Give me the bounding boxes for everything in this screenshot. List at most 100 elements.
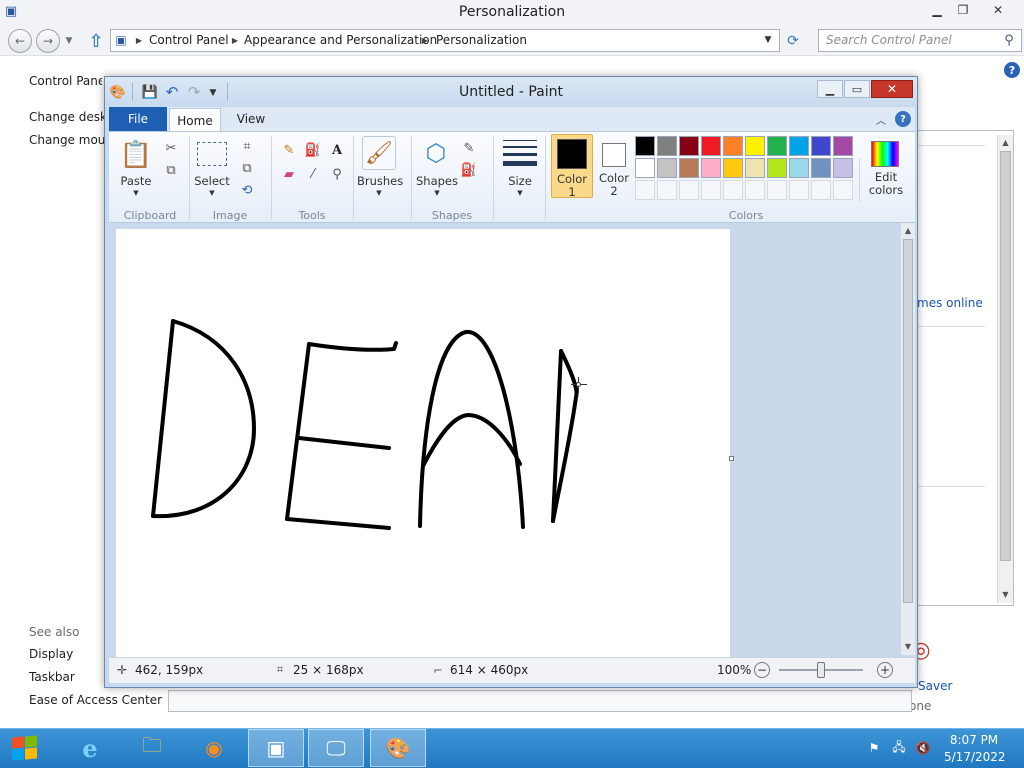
brushes-label[interactable]: Brushes (357, 174, 403, 188)
control-panel-taskbar-icon[interactable]: ▣ (248, 729, 304, 767)
palette-swatch[interactable] (833, 158, 853, 178)
palette-swatch[interactable] (723, 158, 743, 178)
paste-chevron-icon[interactable]: ▼ (129, 188, 143, 198)
refresh-button[interactable]: ⟳ (782, 30, 804, 52)
paint-help-icon[interactable]: ? (895, 111, 911, 127)
network-icon[interactable]: 🖧 (890, 738, 908, 758)
scroll-down-icon[interactable]: ▼ (998, 587, 1013, 601)
magnifier-icon[interactable]: ⚲ (327, 164, 347, 184)
fill-icon[interactable]: ⛽ (303, 140, 323, 160)
custom-color-slot[interactable] (745, 180, 765, 200)
zoom-slider-thumb[interactable] (817, 662, 825, 678)
scroll-up-icon[interactable]: ▲ (901, 223, 915, 237)
screen-saver-label[interactable]: Saver (918, 679, 952, 693)
search-input[interactable]: Search Control Panel ⚲ (818, 29, 1022, 52)
crop-icon[interactable]: ⌗ (237, 136, 257, 156)
nav-change-desktop-icons[interactable]: Change deskto (29, 110, 104, 124)
scroll-down-icon[interactable]: ▼ (901, 639, 915, 653)
paint-close-button[interactable]: ✕ (871, 80, 913, 98)
size-icon[interactable] (503, 138, 537, 168)
drawing-canvas[interactable] (116, 229, 730, 657)
breadcrumb-separator-icon[interactable]: ▶ (229, 32, 241, 48)
shapes-chevron-icon[interactable]: ▼ (430, 188, 444, 198)
see-also-taskbar[interactable]: Taskbar (29, 670, 75, 684)
zoom-in-button[interactable]: + (877, 662, 893, 678)
custom-color-slot[interactable] (679, 180, 699, 200)
nav-control-panel-home[interactable]: Control Panel (29, 74, 102, 88)
custom-color-slot[interactable] (811, 180, 831, 200)
undo-icon[interactable]: ↶ (163, 83, 181, 101)
custom-color-slot[interactable] (701, 180, 721, 200)
internet-explorer-icon[interactable]: e (62, 729, 118, 767)
fill-shape-icon[interactable]: ⛽ (459, 160, 479, 180)
volume-muted-icon[interactable]: 🔇 (914, 738, 932, 758)
custom-color-slot[interactable] (657, 180, 677, 200)
eraser-icon[interactable]: ▰ (279, 164, 299, 184)
palette-swatch[interactable] (767, 158, 787, 178)
brushes-icon[interactable]: 🖌 (362, 136, 396, 170)
canvas-scrollbar[interactable]: ▲ ▼ (901, 223, 915, 655)
custom-color-slot[interactable] (767, 180, 787, 200)
custom-color-slot[interactable] (635, 180, 655, 200)
canvas-resize-handle[interactable] (729, 456, 734, 461)
paste-label[interactable]: Paste (115, 174, 157, 188)
custom-color-slot[interactable] (789, 180, 809, 200)
color2-button[interactable]: Color 2 (595, 134, 633, 198)
minimize-button[interactable]: ▁ (924, 1, 950, 19)
palette-swatch[interactable] (657, 136, 677, 156)
breadcrumb-separator-icon[interactable]: ▶ (419, 32, 431, 48)
get-more-themes-online-link[interactable]: mes online (917, 296, 983, 310)
palette-swatch[interactable] (833, 136, 853, 156)
palette-swatch[interactable] (679, 136, 699, 156)
select-chevron-icon[interactable]: ▼ (205, 188, 219, 198)
redo-icon[interactable]: ↷ (185, 83, 203, 101)
firefox-icon[interactable]: ◉ (186, 729, 242, 767)
see-also-ease-of-access[interactable]: Ease of Access Center (29, 693, 162, 707)
palette-swatch[interactable] (789, 136, 809, 156)
palette-swatch[interactable] (745, 136, 765, 156)
paste-icon[interactable]: 📋 (120, 138, 152, 172)
color1-button[interactable]: Color 1 (551, 134, 593, 199)
maximize-button[interactable]: ❐ (950, 1, 976, 19)
save-icon[interactable]: 💾 (141, 83, 159, 101)
close-button[interactable]: ✕ (984, 1, 1012, 19)
action-center-flag-icon[interactable]: ⚑ (866, 738, 882, 758)
palette-swatch[interactable] (701, 136, 721, 156)
scroll-thumb[interactable] (903, 239, 913, 603)
shapes-label[interactable]: Shapes (415, 174, 459, 188)
cut-icon[interactable]: ✂ (161, 138, 181, 158)
breadcrumb-control-panel[interactable]: Control Panel (149, 33, 229, 47)
copy-icon[interactable]: ⧉ (161, 160, 181, 180)
palette-swatch[interactable] (701, 158, 721, 178)
start-button[interactable] (10, 734, 40, 762)
paint-minimize-button[interactable]: ▁ (817, 80, 843, 98)
pencil-icon[interactable]: ✎ (279, 140, 299, 160)
breadcrumb-appearance[interactable]: Appearance and Personalization (244, 33, 437, 47)
select-label[interactable]: Select (191, 174, 233, 188)
palette-swatch[interactable] (657, 158, 677, 178)
rotate-icon[interactable]: ⟲ (237, 180, 257, 200)
size-label[interactable]: Size (499, 174, 541, 188)
palette-swatch[interactable] (767, 136, 787, 156)
back-button[interactable]: ← (8, 29, 32, 53)
address-bar[interactable]: ▣ ▶ Control Panel ▶ Appearance and Perso… (110, 29, 780, 52)
brushes-chevron-icon[interactable]: ▼ (372, 188, 386, 198)
palette-swatch[interactable] (635, 136, 655, 156)
remote-desktop-taskbar-icon[interactable]: 🖵 (308, 729, 364, 767)
tab-home[interactable]: Home (169, 108, 221, 132)
paint-app-icon[interactable]: 🎨 (109, 83, 127, 101)
text-icon[interactable]: A (327, 140, 347, 160)
paint-maximize-button[interactable]: ▭ (844, 80, 870, 98)
tab-file[interactable]: File (109, 107, 167, 131)
custom-color-slot[interactable] (833, 180, 853, 200)
zoom-out-button[interactable]: − (754, 662, 770, 678)
collapse-ribbon-icon[interactable]: ︿ (873, 111, 889, 127)
customize-qat-chevron-icon[interactable]: ▼ (206, 85, 220, 101)
palette-swatch[interactable] (635, 158, 655, 178)
file-explorer-icon[interactable]: 🗀 (124, 729, 180, 767)
see-also-display[interactable]: Display (29, 647, 73, 661)
clock-date[interactable]: 5/17/2022 (944, 750, 1006, 764)
palette-swatch[interactable] (811, 158, 831, 178)
resize-icon[interactable]: ⧉ (237, 158, 257, 178)
address-dropdown-icon[interactable]: ▼ (761, 32, 775, 48)
